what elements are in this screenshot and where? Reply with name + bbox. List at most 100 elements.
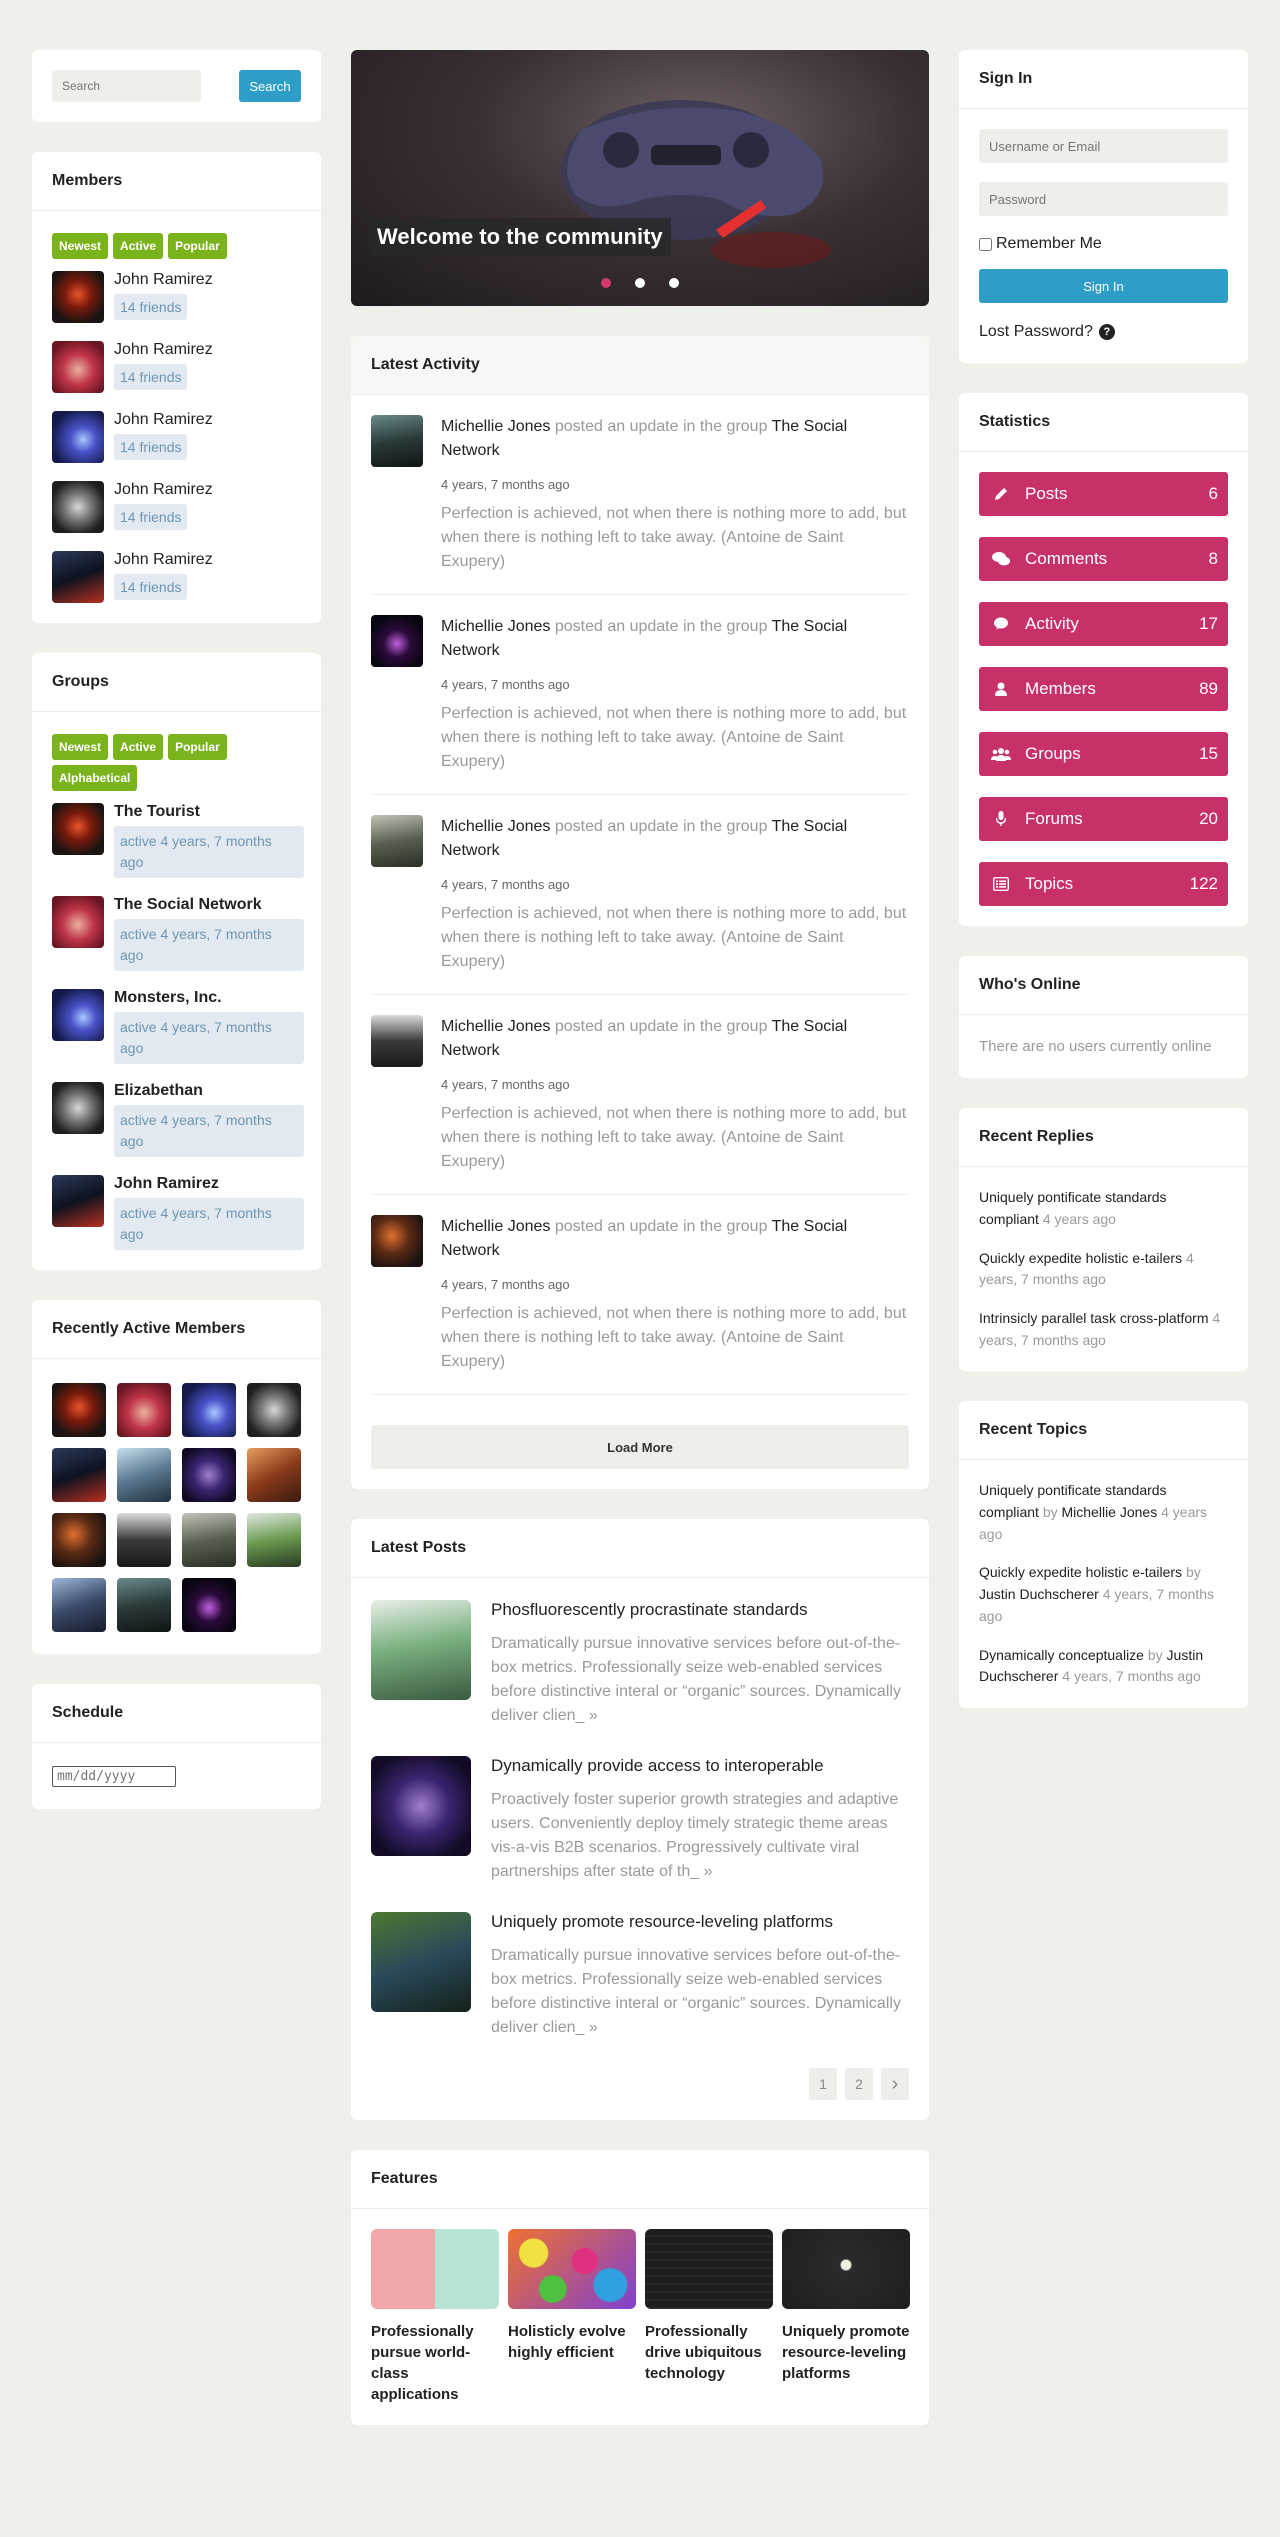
- member-item: John Ramirez 14 friends: [52, 551, 301, 603]
- stat-posts[interactable]: Posts 6: [979, 472, 1228, 516]
- post-title[interactable]: Phosfluorescently procrastinate standard…: [491, 1600, 909, 1620]
- avatar[interactable]: [52, 481, 104, 533]
- group-avatar[interactable]: [52, 803, 104, 855]
- feature-image[interactable]: [782, 2229, 910, 2309]
- groups-tab-newest[interactable]: Newest: [52, 734, 109, 760]
- avatar[interactable]: [52, 551, 104, 603]
- slider-dot[interactable]: [635, 278, 645, 288]
- group-name[interactable]: Monsters, Inc.: [114, 989, 304, 1007]
- activity-user[interactable]: Michellie Jones: [441, 1218, 550, 1235]
- lost-password-link[interactable]: Lost Password? ?: [979, 323, 1228, 341]
- slider-dot[interactable]: [669, 278, 679, 288]
- members-tab-popular[interactable]: Popular: [168, 233, 227, 259]
- avatar[interactable]: [117, 1578, 171, 1632]
- feature-title[interactable]: Professionally pursue world-class applic…: [371, 2321, 499, 2405]
- post-title[interactable]: Dynamically provide access to interopera…: [491, 1756, 909, 1776]
- date-input[interactable]: [52, 1766, 176, 1787]
- member-name[interactable]: John Ramirez: [114, 341, 213, 359]
- avatar[interactable]: [117, 1448, 171, 1502]
- activity-avatar[interactable]: [371, 415, 423, 467]
- next-page-button[interactable]: ›: [881, 2068, 909, 2100]
- avatar[interactable]: [247, 1448, 301, 1502]
- stat-groups[interactable]: Groups 15: [979, 732, 1228, 776]
- activity-user[interactable]: Michellie Jones: [441, 618, 550, 635]
- post-title[interactable]: Uniquely promote resource-leveling platf…: [491, 1912, 909, 1932]
- load-more-button[interactable]: Load More: [371, 1425, 909, 1469]
- reply-link[interactable]: Intrinsicly parallel task cross-platform: [979, 1310, 1209, 1326]
- group-name[interactable]: The Social Network: [114, 896, 304, 914]
- avatar[interactable]: [182, 1578, 236, 1632]
- group-name[interactable]: Elizabethan: [114, 1082, 304, 1100]
- member-name[interactable]: John Ramirez: [114, 481, 213, 499]
- activity-user[interactable]: Michellie Jones: [441, 1018, 550, 1035]
- schedule-widget: Schedule: [32, 1684, 321, 1809]
- member-name[interactable]: John Ramirez: [114, 551, 213, 569]
- search-input[interactable]: [52, 70, 201, 102]
- avatar[interactable]: [182, 1513, 236, 1567]
- username-field[interactable]: [979, 129, 1228, 163]
- activity-action: posted an update in the group: [554, 418, 768, 435]
- avatar[interactable]: [52, 341, 104, 393]
- member-name[interactable]: John Ramirez: [114, 411, 213, 429]
- activity-avatar[interactable]: [371, 1215, 423, 1267]
- stat-forums[interactable]: Forums 20: [979, 797, 1228, 841]
- post-thumbnail[interactable]: [371, 1600, 471, 1700]
- feature-title[interactable]: Professionally drive ubiquitous technolo…: [645, 2321, 773, 2384]
- page-2-button[interactable]: 2: [845, 2068, 873, 2100]
- hero-slider[interactable]: Welcome to the community: [351, 50, 929, 306]
- member-name[interactable]: John Ramirez: [114, 271, 213, 289]
- remember-me[interactable]: Remember Me: [979, 235, 1228, 253]
- avatar[interactable]: [182, 1383, 236, 1437]
- page-1-button[interactable]: 1: [809, 2068, 837, 2100]
- avatar[interactable]: [247, 1513, 301, 1567]
- avatar[interactable]: [52, 1578, 106, 1632]
- stat-members[interactable]: Members 89: [979, 667, 1228, 711]
- topic-author[interactable]: Michellie Jones: [1062, 1504, 1158, 1520]
- feature-title[interactable]: Holisticly evolve highly efficient: [508, 2321, 636, 2363]
- stat-comments[interactable]: Comments 8: [979, 537, 1228, 581]
- password-field[interactable]: [979, 182, 1228, 216]
- activity-user[interactable]: Michellie Jones: [441, 818, 550, 835]
- feature-image[interactable]: [645, 2229, 773, 2309]
- feature-image[interactable]: [371, 2229, 499, 2309]
- avatar[interactable]: [52, 1448, 106, 1502]
- stat-topics[interactable]: Topics 122: [979, 862, 1228, 906]
- group-name[interactable]: The Tourist: [114, 803, 304, 821]
- post-thumbnail[interactable]: [371, 1756, 471, 1856]
- search-button[interactable]: Search: [239, 70, 301, 102]
- group-avatar[interactable]: [52, 1082, 104, 1134]
- avatar[interactable]: [52, 1513, 106, 1567]
- members-tab-newest[interactable]: Newest: [52, 233, 109, 259]
- feature-title[interactable]: Uniquely promote resource-leveling platf…: [782, 2321, 910, 2384]
- activity-avatar[interactable]: [371, 815, 423, 867]
- remember-me-checkbox[interactable]: [979, 237, 992, 251]
- activity-avatar[interactable]: [371, 615, 423, 667]
- topic-author[interactable]: Justin Duchscherer: [979, 1586, 1099, 1602]
- groups-tab-alphabetical[interactable]: Alphabetical: [52, 765, 138, 791]
- avatar[interactable]: [52, 411, 104, 463]
- avatar[interactable]: [117, 1513, 171, 1567]
- avatar[interactable]: [247, 1383, 301, 1437]
- activity-avatar[interactable]: [371, 1015, 423, 1067]
- groups-tab-popular[interactable]: Popular: [168, 734, 227, 760]
- group-name[interactable]: John Ramirez: [114, 1175, 304, 1193]
- activity-user[interactable]: Michellie Jones: [441, 418, 550, 435]
- signin-button[interactable]: Sign In: [979, 269, 1228, 303]
- avatar[interactable]: [52, 1383, 106, 1437]
- avatar[interactable]: [117, 1383, 171, 1437]
- slider-dot[interactable]: [601, 278, 611, 288]
- topic-link[interactable]: Quickly expedite holistic e-tailers: [979, 1564, 1182, 1580]
- group-avatar[interactable]: [52, 896, 104, 948]
- post-thumbnail[interactable]: [371, 1912, 471, 2012]
- feature-image[interactable]: [508, 2229, 636, 2309]
- stat-activity[interactable]: Activity 17: [979, 602, 1228, 646]
- groups-tab-active[interactable]: Active: [113, 734, 164, 760]
- group-avatar[interactable]: [52, 1175, 104, 1227]
- group-avatar[interactable]: [52, 989, 104, 1041]
- reply-link[interactable]: Quickly expedite holistic e-tailers: [979, 1250, 1182, 1266]
- avatar[interactable]: [52, 271, 104, 323]
- pagination: 1 2 ›: [371, 2068, 909, 2100]
- members-tab-active[interactable]: Active: [113, 233, 164, 259]
- avatar[interactable]: [182, 1448, 236, 1502]
- topic-link[interactable]: Dynamically conceptualize: [979, 1647, 1144, 1663]
